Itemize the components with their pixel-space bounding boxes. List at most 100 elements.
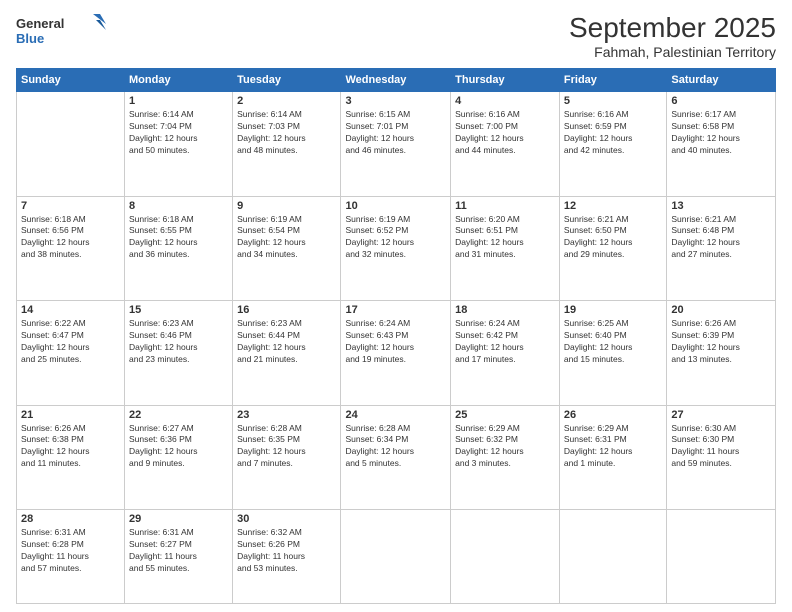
day-number: 26 (564, 409, 662, 421)
day-info: Sunrise: 6:28 AM Sunset: 6:35 PM Dayligh… (237, 423, 336, 471)
day-number: 3 (345, 95, 446, 107)
day-number: 19 (564, 304, 662, 316)
calendar-cell: 3 Sunrise: 6:15 AM Sunset: 7:01 PM Daylig… (341, 92, 451, 197)
calendar-cell: 22 Sunrise: 6:27 AM Sunset: 6:36 PM Dayli… (125, 405, 233, 510)
calendar-cell: 23 Sunrise: 6:28 AM Sunset: 6:35 PM Dayli… (233, 405, 341, 510)
calendar-cell (17, 92, 125, 197)
day-number: 22 (129, 409, 228, 421)
calendar-cell: 4 Sunrise: 6:16 AM Sunset: 7:00 PM Daylig… (451, 92, 560, 197)
calendar-week-1: 1Sunrise: 6:14 AM Sunset: 7:04 PM Daylig… (17, 92, 776, 197)
calendar-cell: 9 Sunrise: 6:19 AM Sunset: 6:54 PM Daylig… (233, 196, 341, 301)
calendar-cell: 13 Sunrise: 6:21 AM Sunset: 6:48 PM Dayli… (667, 196, 776, 301)
day-info: Sunrise: 6:22 AM Sunset: 6:47 PM Dayligh… (21, 318, 120, 366)
day-info: Sunrise: 6:32 AM Sunset: 6:26 PM Dayligh… (237, 527, 336, 575)
day-number: 23 (237, 409, 336, 421)
day-info: Sunrise: 6:21 AM Sunset: 6:48 PM Dayligh… (671, 214, 771, 262)
day-info: Sunrise: 6:27 AM Sunset: 6:36 PM Dayligh… (129, 423, 228, 471)
day-number: 6 (671, 95, 771, 107)
calendar-header: Sunday Monday Tuesday Wednesday Thursday… (17, 69, 776, 92)
title-block: September 2025 Fahmah, Palestinian Terri… (569, 12, 776, 60)
day-info: Sunrise: 6:20 AM Sunset: 6:51 PM Dayligh… (455, 214, 555, 262)
location-title: Fahmah, Palestinian Territory (569, 44, 776, 60)
day-number: 18 (455, 304, 555, 316)
day-info: Sunrise: 6:26 AM Sunset: 6:38 PM Dayligh… (21, 423, 120, 471)
calendar-table: Sunday Monday Tuesday Wednesday Thursday… (16, 68, 776, 604)
day-number: 7 (21, 200, 120, 212)
day-number: 2 (237, 95, 336, 107)
calendar-cell: 16 Sunrise: 6:23 AM Sunset: 6:44 PM Dayli… (233, 301, 341, 406)
day-info: Sunrise: 6:15 AM Sunset: 7:01 PM Dayligh… (345, 109, 446, 157)
calendar-cell: 18 Sunrise: 6:24 AM Sunset: 6:42 PM Dayli… (451, 301, 560, 406)
day-info: Sunrise: 6:19 AM Sunset: 6:54 PM Dayligh… (237, 214, 336, 262)
day-info: Sunrise: 6:16 AM Sunset: 7:00 PM Dayligh… (455, 109, 555, 157)
day-info: Sunrise: 6:14 AM Sunset: 7:03 PM Dayligh… (237, 109, 336, 157)
day-info: Sunrise: 6:25 AM Sunset: 6:40 PM Dayligh… (564, 318, 662, 366)
calendar-cell (451, 510, 560, 604)
day-info: Sunrise: 6:31 AM Sunset: 6:27 PM Dayligh… (129, 527, 228, 575)
day-number: 1 (129, 95, 228, 107)
day-number: 15 (129, 304, 228, 316)
svg-text:General: General (16, 16, 64, 31)
calendar-cell: 15 Sunrise: 6:23 AM Sunset: 6:46 PM Dayli… (125, 301, 233, 406)
day-number: 29 (129, 513, 228, 525)
day-info: Sunrise: 6:30 AM Sunset: 6:30 PM Dayligh… (671, 423, 771, 471)
day-number: 14 (21, 304, 120, 316)
header-tuesday: Tuesday (233, 69, 341, 92)
calendar-cell: 6 Sunrise: 6:17 AM Sunset: 6:58 PM Daylig… (667, 92, 776, 197)
day-info: Sunrise: 6:29 AM Sunset: 6:31 PM Dayligh… (564, 423, 662, 471)
day-number: 21 (21, 409, 120, 421)
calendar-cell: 27Sunrise: 6:30 AM Sunset: 6:30 PM Dayli… (667, 405, 776, 510)
calendar-cell: 26 Sunrise: 6:29 AM Sunset: 6:31 PM Dayli… (559, 405, 666, 510)
calendar-cell: 28 Sunrise: 6:31 AM Sunset: 6:28 PM Dayli… (17, 510, 125, 604)
calendar-cell: 14 Sunrise: 6:22 AM Sunset: 6:47 PM Dayli… (17, 301, 125, 406)
day-number: 4 (455, 95, 555, 107)
header-sunday: Sunday (17, 69, 125, 92)
calendar-week-3: 14 Sunrise: 6:22 AM Sunset: 6:47 PM Dayli… (17, 301, 776, 406)
day-number: 30 (237, 513, 336, 525)
calendar-body: 1Sunrise: 6:14 AM Sunset: 7:04 PM Daylig… (17, 92, 776, 604)
day-info: Sunrise: 6:18 AM Sunset: 6:56 PM Dayligh… (21, 214, 120, 262)
calendar-cell: 5Sunrise: 6:16 AM Sunset: 6:59 PM Daylig… (559, 92, 666, 197)
day-info: Sunrise: 6:19 AM Sunset: 6:52 PM Dayligh… (345, 214, 446, 262)
calendar-cell: 17Sunrise: 6:24 AM Sunset: 6:43 PM Dayli… (341, 301, 451, 406)
header-wednesday: Wednesday (341, 69, 451, 92)
calendar-cell: 19 Sunrise: 6:25 AM Sunset: 6:40 PM Dayli… (559, 301, 666, 406)
day-number: 13 (671, 200, 771, 212)
calendar-cell: 29 Sunrise: 6:31 AM Sunset: 6:27 PM Dayli… (125, 510, 233, 604)
calendar-cell: 30 Sunrise: 6:32 AM Sunset: 6:26 PM Dayli… (233, 510, 341, 604)
calendar-cell: 24 Sunrise: 6:28 AM Sunset: 6:34 PM Dayli… (341, 405, 451, 510)
calendar-cell: 12Sunrise: 6:21 AM Sunset: 6:50 PM Dayli… (559, 196, 666, 301)
month-title: September 2025 (569, 12, 776, 44)
day-info: Sunrise: 6:23 AM Sunset: 6:46 PM Dayligh… (129, 318, 228, 366)
calendar-cell (341, 510, 451, 604)
day-info: Sunrise: 6:21 AM Sunset: 6:50 PM Dayligh… (564, 214, 662, 262)
calendar-cell: 1Sunrise: 6:14 AM Sunset: 7:04 PM Daylig… (125, 92, 233, 197)
day-info: Sunrise: 6:31 AM Sunset: 6:28 PM Dayligh… (21, 527, 120, 575)
day-number: 24 (345, 409, 446, 421)
calendar-cell: 10 Sunrise: 6:19 AM Sunset: 6:52 PM Dayli… (341, 196, 451, 301)
day-info: Sunrise: 6:23 AM Sunset: 6:44 PM Dayligh… (237, 318, 336, 366)
page-header: General Blue September 2025 Fahmah, Pale… (16, 12, 776, 60)
calendar-cell: 20 Sunrise: 6:26 AM Sunset: 6:39 PM Dayli… (667, 301, 776, 406)
day-info: Sunrise: 6:17 AM Sunset: 6:58 PM Dayligh… (671, 109, 771, 157)
calendar-week-4: 21 Sunrise: 6:26 AM Sunset: 6:38 PM Dayli… (17, 405, 776, 510)
day-number: 8 (129, 200, 228, 212)
calendar-week-2: 7 Sunrise: 6:18 AM Sunset: 6:56 PM Daylig… (17, 196, 776, 301)
day-number: 25 (455, 409, 555, 421)
calendar-cell: 21 Sunrise: 6:26 AM Sunset: 6:38 PM Dayli… (17, 405, 125, 510)
day-number: 10 (345, 200, 446, 212)
day-info: Sunrise: 6:18 AM Sunset: 6:55 PM Dayligh… (129, 214, 228, 262)
day-info: Sunrise: 6:24 AM Sunset: 6:42 PM Dayligh… (455, 318, 555, 366)
day-number: 9 (237, 200, 336, 212)
header-thursday: Thursday (451, 69, 560, 92)
day-number: 16 (237, 304, 336, 316)
day-number: 20 (671, 304, 771, 316)
day-info: Sunrise: 6:29 AM Sunset: 6:32 PM Dayligh… (455, 423, 555, 471)
svg-text:Blue: Blue (16, 31, 44, 46)
header-friday: Friday (559, 69, 666, 92)
day-info: Sunrise: 6:26 AM Sunset: 6:39 PM Dayligh… (671, 318, 771, 366)
day-info: Sunrise: 6:28 AM Sunset: 6:34 PM Dayligh… (345, 423, 446, 471)
calendar-cell: 2 Sunrise: 6:14 AM Sunset: 7:03 PM Daylig… (233, 92, 341, 197)
day-number: 28 (21, 513, 120, 525)
calendar-cell: 7 Sunrise: 6:18 AM Sunset: 6:56 PM Daylig… (17, 196, 125, 301)
